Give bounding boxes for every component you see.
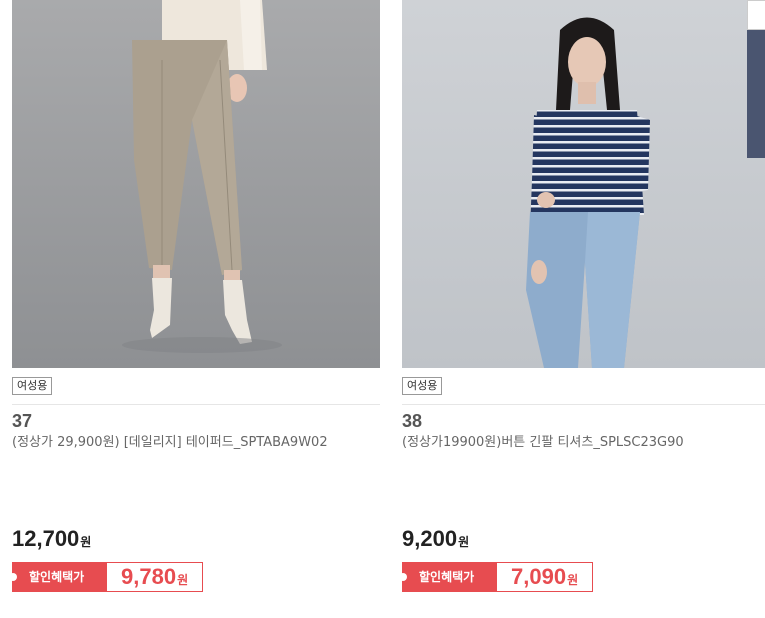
side-panel-top[interactable] xyxy=(747,0,765,30)
benefit-price-unit: 원 xyxy=(177,573,189,587)
discount-benefit: 할인혜택가 7,090원 xyxy=(399,562,594,592)
product-number: 37 xyxy=(12,411,33,431)
benefit-label: 할인혜택가 xyxy=(9,563,107,591)
product-image[interactable] xyxy=(12,0,380,368)
price-unit: 원 xyxy=(80,535,92,549)
divider xyxy=(402,404,765,405)
gender-tag: 여성용 xyxy=(12,377,53,395)
product-image[interactable] xyxy=(402,0,765,368)
benefit-label: 할인혜택가 xyxy=(399,563,497,591)
product-name[interactable]: (정상가19900원)버튼 긴팔 티셔츠_SPLSC23G90 xyxy=(402,432,757,453)
product-name[interactable]: (정상가 29,900원) [데일리지] 테이퍼드_SPTABA9W02 xyxy=(12,432,367,453)
gender-tag: 여성용 xyxy=(402,377,443,395)
product-card[interactable]: 여성용 37 (정상가 29,900원) [데일리지] 테이퍼드_SPTABA9… xyxy=(9,0,380,610)
side-panel-body[interactable] xyxy=(747,30,765,158)
product-number: 38 xyxy=(402,411,423,431)
benefit-price: 7,090원 xyxy=(497,563,593,591)
price-value: 9,200 xyxy=(402,526,458,551)
benefit-price-unit: 원 xyxy=(567,573,579,587)
price-unit: 원 xyxy=(458,535,470,549)
product-card[interactable]: 여성용 38 (정상가19900원)버튼 긴팔 티셔츠_SPLSC23G90 9… xyxy=(399,0,765,610)
product-price: 9,200원 xyxy=(402,526,469,552)
divider xyxy=(12,404,380,405)
floating-side-panel[interactable] xyxy=(747,0,765,158)
price-value: 12,700 xyxy=(12,526,80,551)
benefit-price-value: 7,090 xyxy=(511,564,567,589)
discount-benefit: 할인혜택가 9,780원 xyxy=(9,562,204,592)
product-price: 12,700원 xyxy=(12,526,91,552)
benefit-price: 9,780원 xyxy=(107,563,203,591)
benefit-price-value: 9,780 xyxy=(121,564,177,589)
